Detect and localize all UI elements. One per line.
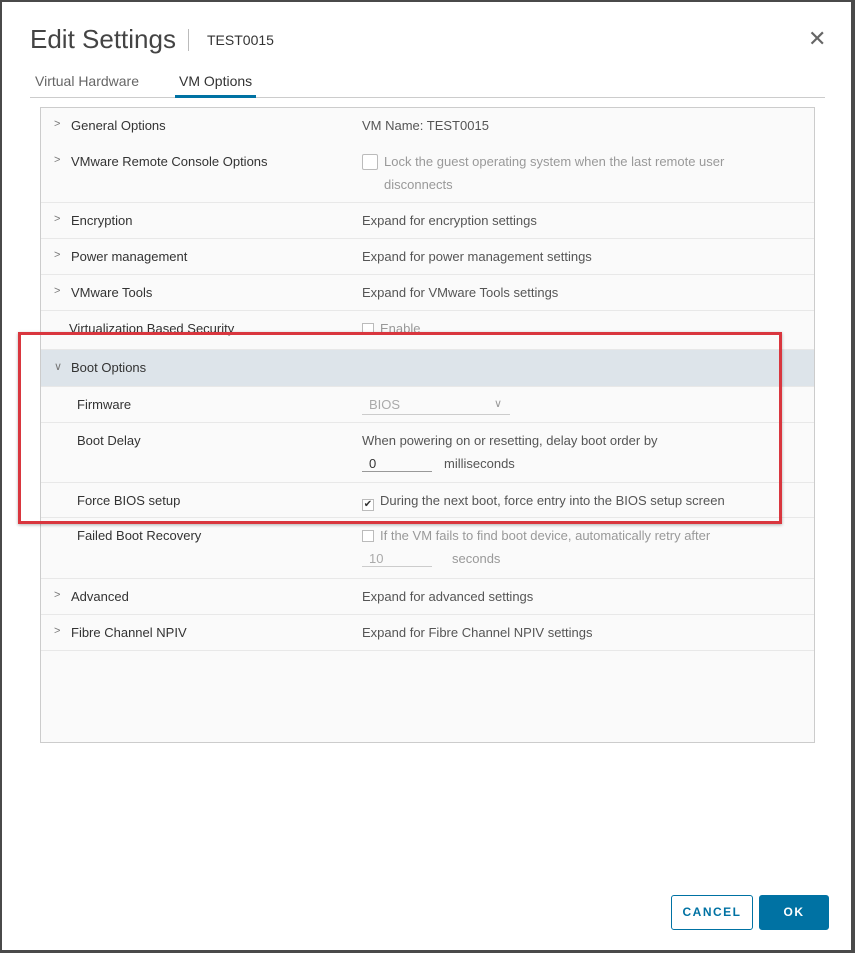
row-label: Firmware — [77, 397, 132, 412]
row-advanced[interactable]: > Advanced Expand for advanced settings — [41, 579, 814, 615]
row-value: Expand for advanced settings — [362, 589, 534, 604]
edit-settings-dialog: Edit Settings TEST0015 ✕ Virtual Hardwar… — [2, 2, 851, 950]
vm-name: TEST0015 — [207, 32, 274, 48]
row-boot-delay: Boot Delay When powering on or resetting… — [41, 423, 814, 483]
vbs-enable-checkbox[interactable] — [362, 323, 374, 335]
boot-delay-input[interactable]: 0 — [362, 452, 432, 472]
row-label: Advanced — [71, 589, 129, 604]
row-force-bios: Force BIOS setup ✔ During the next boot, … — [41, 483, 814, 518]
row-firmware: Firmware BIOS ∨ — [41, 387, 814, 423]
failed-boot-checkbox[interactable] — [362, 530, 374, 542]
dialog-title: Edit Settings — [30, 24, 176, 54]
tab-virtual-hardware[interactable]: Virtual Hardware — [35, 73, 139, 98]
row-failed-boot-recovery: Failed Boot Recovery If the VM fails to … — [41, 518, 814, 579]
row-fibre-channel-npiv[interactable]: > Fibre Channel NPIV Expand for Fibre Ch… — [41, 615, 814, 651]
row-value: If the VM fails to find boot device, aut… — [380, 528, 711, 543]
row-label: Boot Options — [71, 360, 147, 375]
row-label: Power management — [71, 249, 188, 264]
row-vmrc-options[interactable]: > VMware Remote Console Options Lock the… — [41, 144, 814, 203]
row-general-options[interactable]: > General Options VM Name: TEST0015 — [41, 108, 814, 144]
row-label: VMware Remote Console Options — [71, 154, 268, 169]
row-value: Enable — [380, 321, 421, 336]
chevron-right-icon[interactable]: > — [54, 118, 60, 130]
row-label: General Options — [71, 118, 166, 133]
row-vbs: Virtualization Based Security Enable — [41, 311, 814, 350]
chevron-right-icon[interactable]: > — [54, 249, 60, 261]
close-icon[interactable]: ✕ — [808, 26, 826, 52]
chevron-right-icon[interactable]: > — [54, 154, 60, 166]
tab-bar: Virtual Hardware VM Options — [30, 71, 825, 98]
chevron-right-icon[interactable]: > — [54, 285, 60, 297]
chevron-down-icon: ∨ — [493, 398, 502, 410]
force-bios-checkbox[interactable]: ✔ — [362, 499, 374, 511]
chevron-right-icon[interactable]: > — [54, 625, 60, 637]
row-label: Encryption — [71, 213, 133, 228]
row-value: During the next boot, force entry into t… — [380, 493, 725, 508]
row-label: Virtualization Based Security — [69, 321, 235, 336]
row-label: Failed Boot Recovery — [77, 528, 202, 543]
row-vmware-tools[interactable]: > VMware Tools Expand for VMware Tools s… — [41, 275, 814, 311]
row-value: Expand for VMware Tools settings — [362, 285, 559, 300]
ok-button[interactable]: OK — [759, 895, 829, 930]
title-divider — [188, 29, 189, 51]
chevron-down-icon[interactable]: ∨ — [54, 360, 62, 373]
firmware-value: BIOS — [369, 397, 401, 412]
row-label: Force BIOS setup — [77, 493, 181, 508]
boot-delay-text: When powering on or resetting, delay boo… — [362, 433, 658, 448]
retry-seconds-input[interactable]: 10 — [362, 547, 432, 567]
row-value: Expand for Fibre Channel NPIV settings — [362, 625, 593, 640]
row-encryption[interactable]: > Encryption Expand for encryption setti… — [41, 203, 814, 239]
firmware-select[interactable]: BIOS ∨ — [362, 393, 510, 415]
row-value: Lock the guest operating system when the… — [384, 154, 725, 192]
cancel-button[interactable]: CANCEL — [671, 895, 753, 930]
row-label: Boot Delay — [77, 433, 141, 448]
vm-options-grid: > General Options VM Name: TEST0015 > VM… — [40, 107, 815, 743]
row-value: Expand for power management settings — [362, 249, 592, 264]
row-label: VMware Tools — [71, 285, 153, 300]
lock-guest-checkbox[interactable] — [362, 154, 378, 170]
row-power-management[interactable]: > Power management Expand for power mana… — [41, 239, 814, 275]
chevron-right-icon[interactable]: > — [54, 589, 60, 601]
row-label: Fibre Channel NPIV — [71, 625, 187, 640]
row-value: VM Name: TEST0015 — [362, 118, 489, 133]
row-value: Expand for encryption settings — [362, 213, 537, 228]
chevron-right-icon[interactable]: > — [54, 213, 60, 225]
row-boot-options-header[interactable]: ∨ Boot Options — [41, 350, 814, 387]
boot-delay-unit: milliseconds — [444, 456, 515, 471]
tab-vm-options[interactable]: VM Options — [175, 73, 257, 98]
retry-seconds-unit: seconds — [452, 551, 501, 566]
